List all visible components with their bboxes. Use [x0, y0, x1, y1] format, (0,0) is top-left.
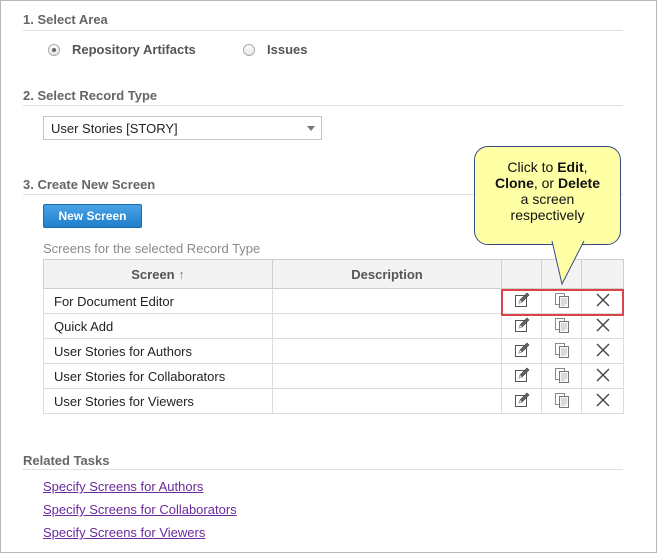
table-row[interactable]: Quick Add	[43, 313, 624, 339]
section-title-select-area: 1. Select Area	[23, 12, 108, 27]
radio-repository-artifacts[interactable]: Repository Artifacts	[48, 42, 196, 57]
description-cell	[272, 388, 502, 414]
screen-name-cell: Quick Add	[43, 313, 273, 339]
callout-text: ,	[583, 159, 588, 175]
screen-name-cell: User Stories for Authors	[43, 338, 273, 364]
action-icons-highlight	[501, 289, 624, 316]
section-title-create-new-screen: 3. Create New Screen	[23, 177, 156, 192]
radio-label: Repository Artifacts	[72, 42, 196, 57]
clone-cell	[541, 338, 582, 364]
description-cell	[272, 338, 502, 364]
table-row[interactable]: User Stories for Collaborators	[43, 363, 624, 389]
delete-icon[interactable]	[595, 392, 611, 411]
delete-cell	[581, 388, 624, 414]
clone-icon[interactable]	[554, 342, 570, 361]
link-specify-screens-collaborators[interactable]: Specify Screens for Collaborators	[43, 502, 237, 517]
callout-text: , or	[533, 175, 558, 191]
table-row[interactable]: User Stories for Viewers	[43, 388, 624, 414]
description-cell	[272, 288, 502, 314]
radio-issues[interactable]: Issues	[243, 42, 307, 57]
clone-icon[interactable]	[554, 317, 570, 336]
edit-icon[interactable]	[514, 367, 530, 386]
clone-icon[interactable]	[554, 392, 570, 411]
edit-icon[interactable]	[514, 317, 530, 336]
delete-cell	[581, 313, 624, 339]
link-specify-screens-viewers[interactable]: Specify Screens for Viewers	[43, 525, 205, 540]
callout-text: a screen	[520, 191, 575, 207]
column-header-screen-label: Screen	[131, 266, 175, 282]
section-title-related-tasks: Related Tasks	[23, 453, 110, 468]
edit-cell	[501, 363, 542, 389]
radio-unchecked-icon	[243, 43, 255, 56]
delete-icon[interactable]	[595, 317, 611, 336]
delete-icon[interactable]	[595, 367, 611, 386]
edit-cell	[501, 313, 542, 339]
callout-text: respectively	[510, 207, 585, 223]
column-header-description[interactable]: Description	[272, 259, 502, 289]
screens-table: Screen ↑ Description For Document Editor…	[43, 259, 624, 414]
column-header-screen[interactable]: Screen ↑	[43, 259, 273, 289]
divider	[23, 469, 623, 470]
delete-cell	[581, 363, 624, 389]
sort-ascending-icon: ↑	[178, 266, 185, 282]
screen-name-cell: For Document Editor	[43, 288, 273, 314]
edit-icon[interactable]	[514, 392, 530, 411]
radio-checked-icon	[48, 43, 60, 56]
edit-cell	[501, 388, 542, 414]
divider	[23, 105, 623, 106]
radio-label: Issues	[267, 42, 308, 57]
column-header-edit	[501, 259, 542, 289]
record-type-select[interactable]: User Stories [STORY]	[43, 116, 322, 140]
clone-cell	[541, 363, 582, 389]
table-row[interactable]: User Stories for Authors	[43, 338, 624, 364]
callout-clone-text: Clone	[494, 175, 534, 191]
screens-caption: Screens for the selected Record Type	[43, 241, 261, 256]
screen-name-cell: User Stories for Collaborators	[43, 363, 273, 389]
dropdown-caret-icon	[307, 126, 315, 131]
clone-cell	[541, 313, 582, 339]
callout-text: Click to	[507, 159, 558, 175]
link-specify-screens-authors[interactable]: Specify Screens for Authors	[43, 479, 203, 494]
delete-icon[interactable]	[595, 342, 611, 361]
clone-icon[interactable]	[554, 367, 570, 386]
new-screen-button[interactable]: New Screen	[43, 204, 142, 228]
record-type-value: User Stories [STORY]	[51, 120, 178, 136]
callout-delete-text: Delete	[557, 175, 601, 191]
callout-pointer	[551, 240, 585, 286]
callout-edit-text: Edit	[557, 159, 584, 175]
clone-cell	[541, 388, 582, 414]
edit-icon[interactable]	[514, 342, 530, 361]
description-cell	[272, 363, 502, 389]
divider	[23, 30, 623, 31]
edit-cell	[501, 338, 542, 364]
delete-cell	[581, 338, 624, 364]
screen-name-cell: User Stories for Viewers	[43, 388, 273, 414]
tooltip-callout: Click to Edit, Clone, or Delete a screen…	[474, 146, 621, 245]
description-cell	[272, 313, 502, 339]
section-title-select-record-type: 2. Select Record Type	[23, 88, 158, 103]
